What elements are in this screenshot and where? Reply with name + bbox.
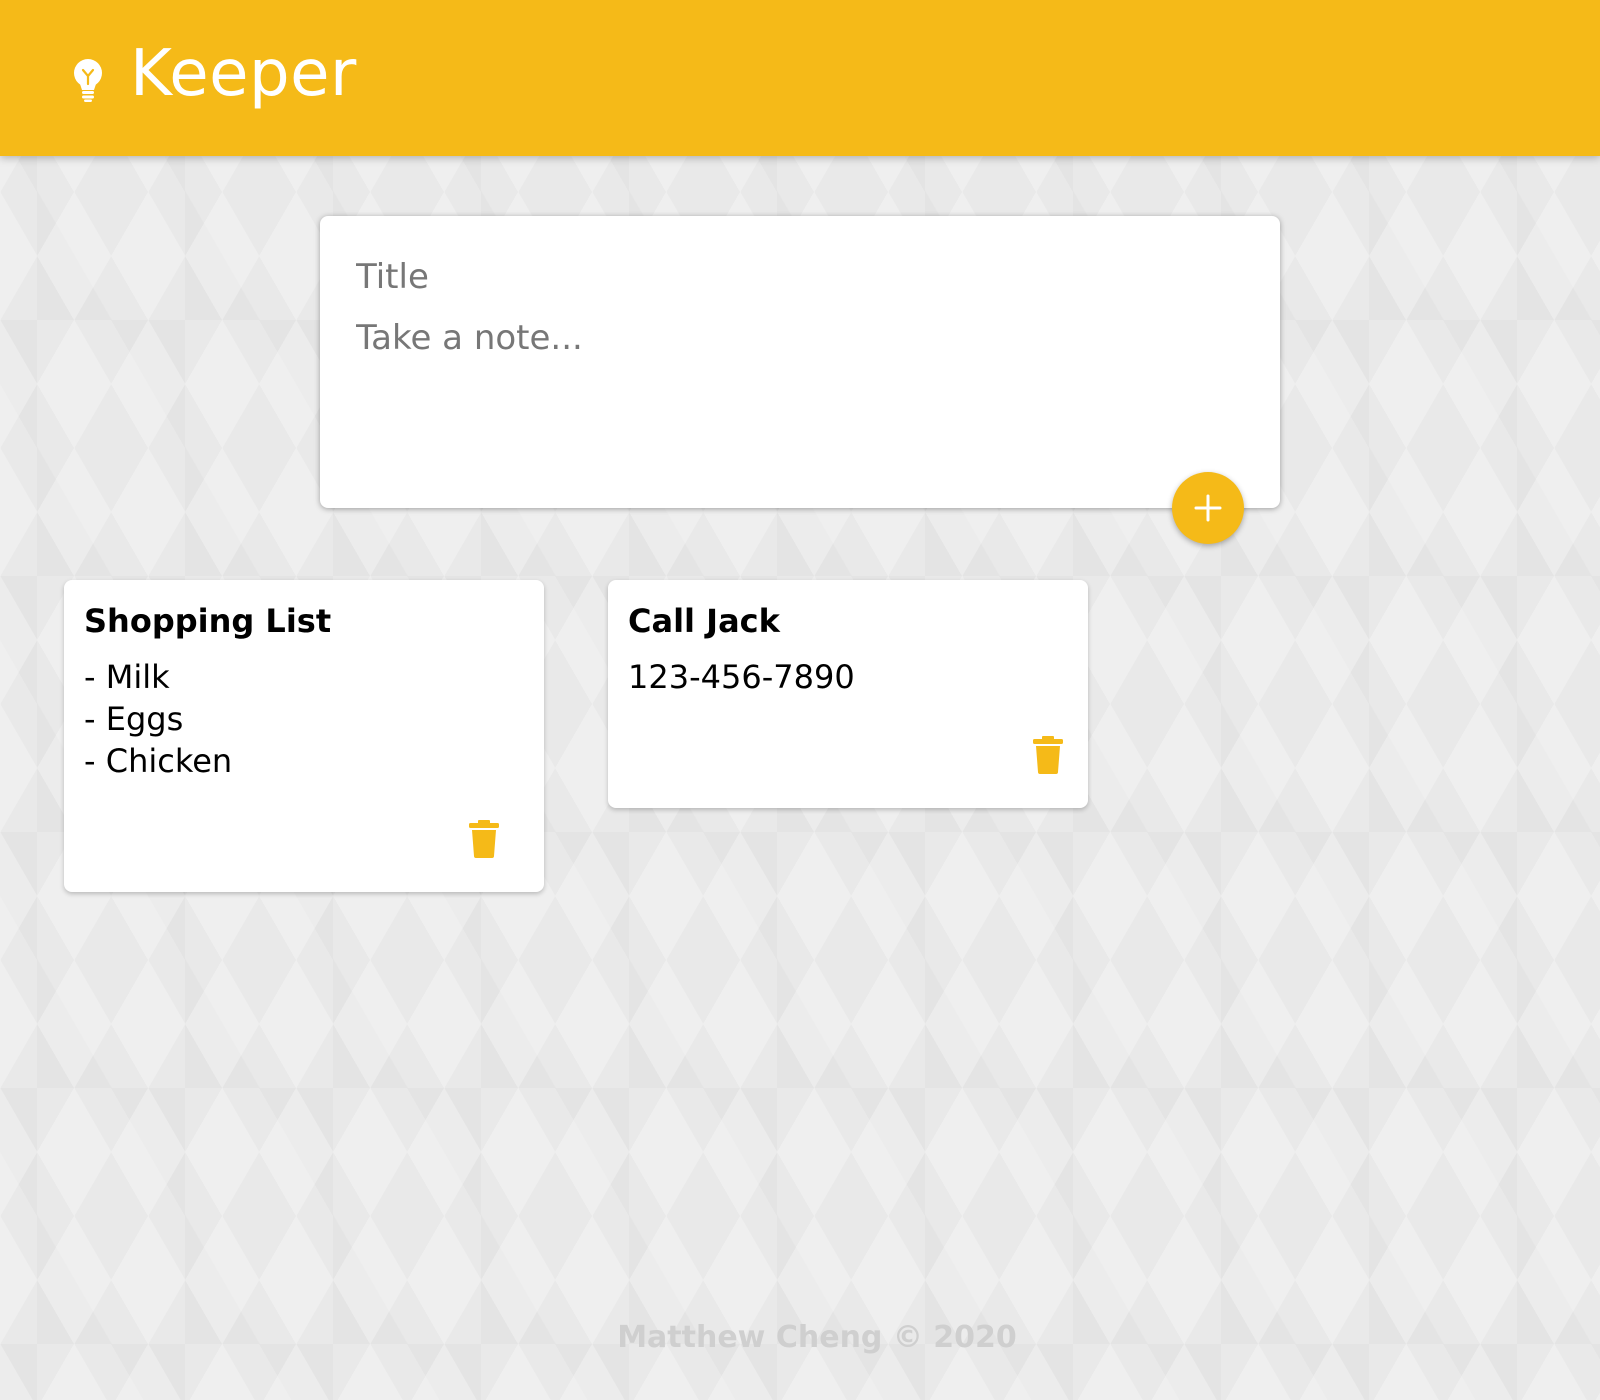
note-card: Shopping List - Milk - Eggs - Chicken bbox=[64, 580, 544, 892]
delete-note-button[interactable] bbox=[1026, 730, 1070, 778]
app-header: Keeper bbox=[0, 0, 1600, 156]
delete-note-button[interactable] bbox=[462, 814, 506, 862]
note-content: 123-456-7890 bbox=[628, 658, 855, 696]
note-content-input[interactable] bbox=[356, 318, 1236, 468]
trash-icon bbox=[469, 820, 499, 858]
app-title: Keeper bbox=[130, 37, 357, 111]
note-title: Call Jack bbox=[628, 602, 780, 640]
note-card: Call Jack 123-456-7890 bbox=[608, 580, 1088, 808]
note-title-input[interactable] bbox=[356, 254, 1236, 300]
add-note-button[interactable] bbox=[1172, 472, 1244, 544]
plus-icon bbox=[1194, 494, 1222, 522]
lightbulb-icon bbox=[70, 58, 106, 102]
note-title: Shopping List bbox=[84, 602, 332, 640]
footer-copyright: Matthew Cheng © 2020 bbox=[617, 1320, 1017, 1355]
note-content: - Milk - Eggs - Chicken bbox=[84, 658, 233, 780]
create-note-form bbox=[320, 216, 1280, 544]
trash-icon bbox=[1033, 736, 1063, 774]
